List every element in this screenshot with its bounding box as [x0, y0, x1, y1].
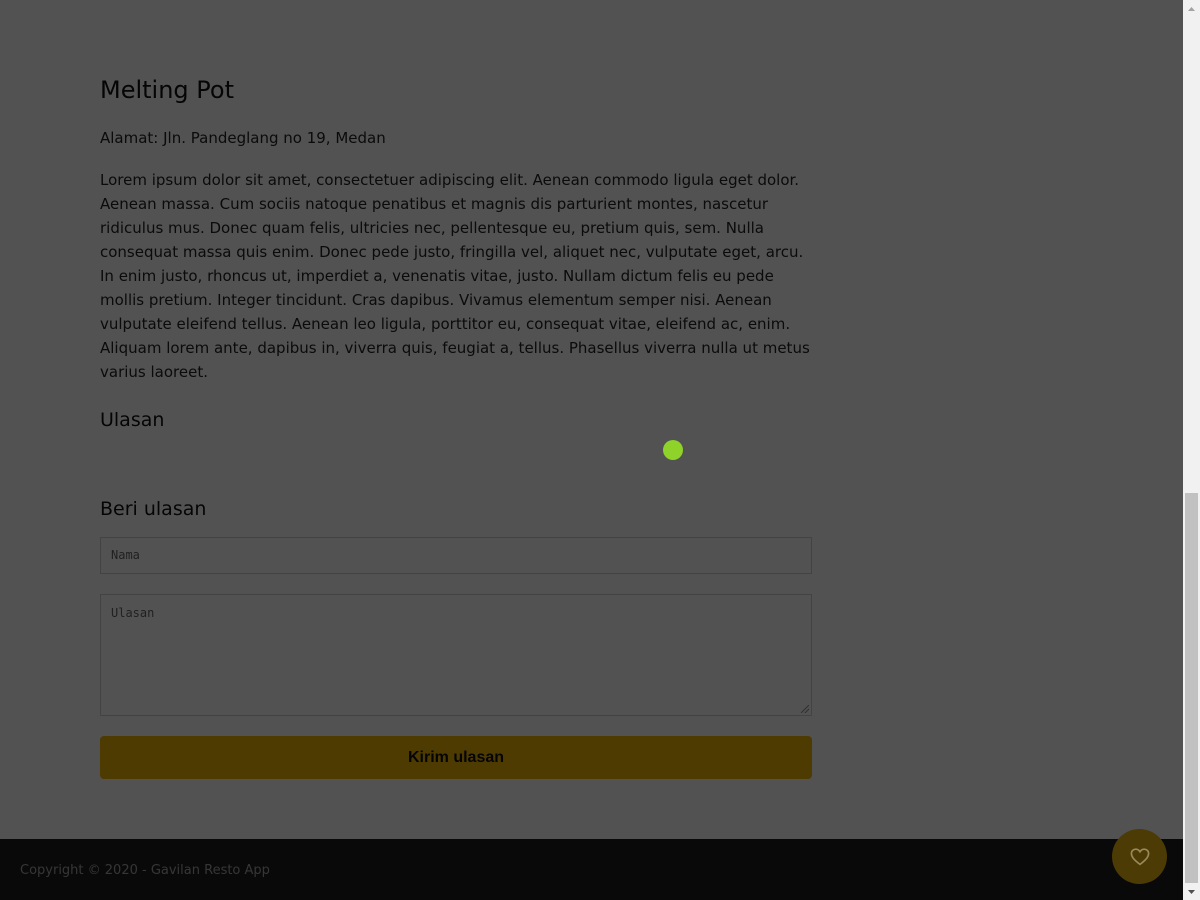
review-form-heading: Beri ulasan — [100, 498, 207, 520]
heart-outline-icon — [1130, 847, 1149, 865]
page-scrollbar[interactable] — [1183, 0, 1200, 900]
scrollbar-thumb[interactable] — [1185, 493, 1198, 883]
scroll-up-icon[interactable] — [1183, 0, 1200, 17]
resize-handle-icon[interactable] — [801, 705, 809, 713]
reviews-heading: Ulasan — [100, 409, 165, 431]
restaurant-address: Alamat: Jln. Pandeglang no 19, Medan — [100, 129, 386, 147]
restaurant-detail-page: Melting Pot Alamat: Jln. Pandeglang no 1… — [0, 0, 1183, 900]
favorite-button[interactable] — [1112, 829, 1167, 884]
scroll-down-icon[interactable] — [1183, 883, 1200, 900]
review-textarea[interactable]: Ulasan — [100, 594, 812, 716]
name-input[interactable]: Nama — [100, 537, 812, 574]
footer: Copyright © 2020 - Gavilan Resto App — [0, 839, 1183, 900]
restaurant-name: Melting Pot — [100, 76, 235, 104]
submit-review-button[interactable]: Kirim ulasan — [100, 736, 812, 779]
footer-copyright: Copyright © 2020 - Gavilan Resto App — [20, 863, 270, 878]
cursor-indicator — [663, 440, 683, 460]
review-textarea-placeholder: Ulasan — [111, 606, 155, 620]
name-input-placeholder: Nama — [111, 548, 140, 562]
restaurant-description: Lorem ipsum dolor sit amet, consectetuer… — [100, 171, 810, 381]
